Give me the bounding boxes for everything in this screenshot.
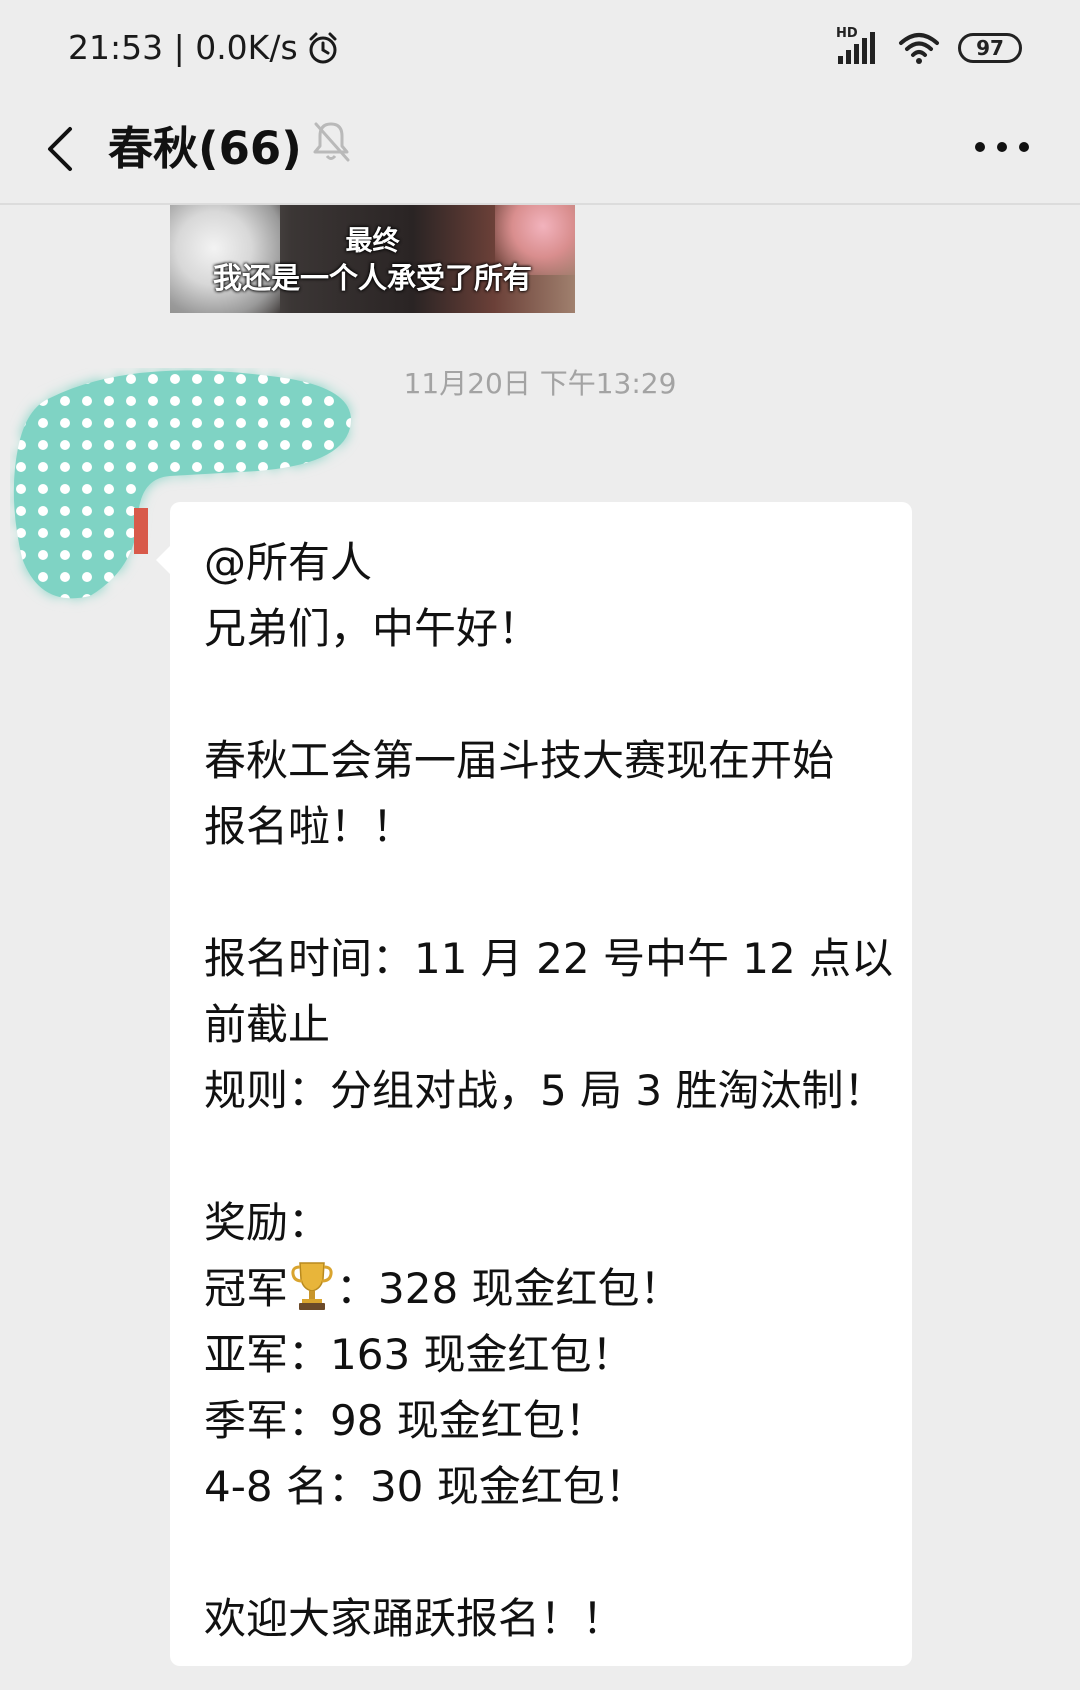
more-icon[interactable]	[972, 132, 1032, 162]
message-line: 兄弟们，中午好！	[204, 604, 541, 653]
message-line: 春秋工会第一届斗技大赛现在开始	[204, 736, 835, 785]
status-right: HD 97	[836, 26, 1022, 70]
battery-icon: 97	[958, 33, 1022, 63]
message-line: 欢迎大家踊跃报名！！	[204, 1594, 625, 1643]
message-line	[204, 1520, 894, 1586]
message-line: 季军：98 现金红包！	[204, 1396, 607, 1445]
chat-title[interactable]: 春秋(66)	[108, 114, 302, 184]
alarm-icon	[309, 32, 337, 64]
mute-bell-icon	[313, 122, 350, 162]
image-caption-line1: 最终	[345, 226, 400, 257]
message-text: @所有人 兄弟们，中午好！ 春秋工会第一届斗技大赛现在开始 报名啦！！ 报名时间…	[204, 530, 894, 1652]
message-line: 报名时间：11 月 22 号中午 12 点以	[204, 934, 894, 983]
message-line	[204, 1124, 894, 1190]
back-arrow-icon[interactable]	[36, 121, 92, 177]
message-bubble[interactable]: @所有人 兄弟们，中午好！ 春秋工会第一届斗技大赛现在开始 报名啦！！ 报名时间…	[156, 502, 912, 1666]
signal-icon: HD	[836, 26, 880, 66]
status-bar: 21:53 | 0.0K/s HD 97	[0, 0, 1080, 96]
status-time-speed: 21:53 | 0.0K/s	[68, 28, 298, 67]
trophy-icon	[291, 1262, 333, 1310]
image-message[interactable]: 最终 我还是一个人承受了所有	[170, 205, 575, 313]
battery-level: 97	[976, 36, 1004, 60]
message-line	[204, 860, 894, 926]
message-line: @所有人	[204, 538, 373, 587]
message-line: 报名啦！！	[204, 802, 415, 851]
champion-suffix: ：328 现金红包！	[336, 1264, 682, 1313]
champion-prefix: 冠军	[204, 1264, 289, 1313]
chat-header: 春秋(66)	[0, 96, 1080, 202]
status-left: 21:53 | 0.0K/s	[68, 26, 340, 70]
message-line: 前截止	[204, 1000, 331, 1049]
image-caption-line2: 我还是一个人承受了所有	[212, 261, 532, 295]
champion-line: 冠军 ：328 现金红包！	[204, 1256, 894, 1322]
wifi-icon	[899, 33, 939, 64]
message-line: 规则：分组对战，5 局 3 胜淘汰制！	[204, 1066, 886, 1115]
message-line: 4-8 名：30 现金红包！	[204, 1462, 647, 1511]
message-line: 亚军：163 现金红包！	[204, 1330, 634, 1379]
message-line: 奖励：	[204, 1198, 331, 1247]
message-line	[204, 662, 894, 728]
